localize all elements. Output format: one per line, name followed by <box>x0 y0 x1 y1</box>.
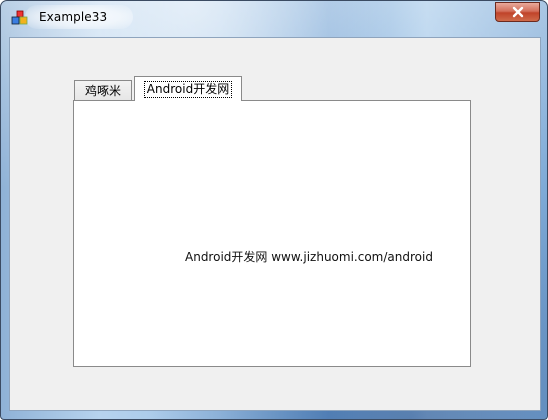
app-window: Example33 鸡啄米 Android开发网 Android开发网 www.… <box>0 0 548 420</box>
panel-static-text: Android开发网 www.jizhuomi.com/android <box>185 250 433 264</box>
tab-jizhuomi[interactable]: 鸡啄米 <box>74 80 132 100</box>
window-title: Example33 <box>39 10 108 24</box>
client-area: 鸡啄米 Android开发网 Android开发网 www.jizhuomi.c… <box>9 37 541 411</box>
tab-android-label: Android开发网 <box>143 80 233 98</box>
close-button[interactable] <box>495 2 540 22</box>
title-bar[interactable]: Example33 <box>1 1 547 31</box>
tab-jizhuomi-label: 鸡啄米 <box>84 84 121 98</box>
tab-panel: Android开发网 www.jizhuomi.com/android <box>73 100 471 367</box>
app-icon[interactable] <box>11 10 29 26</box>
close-icon <box>512 6 524 18</box>
tab-android[interactable]: Android开发网 <box>134 76 242 101</box>
